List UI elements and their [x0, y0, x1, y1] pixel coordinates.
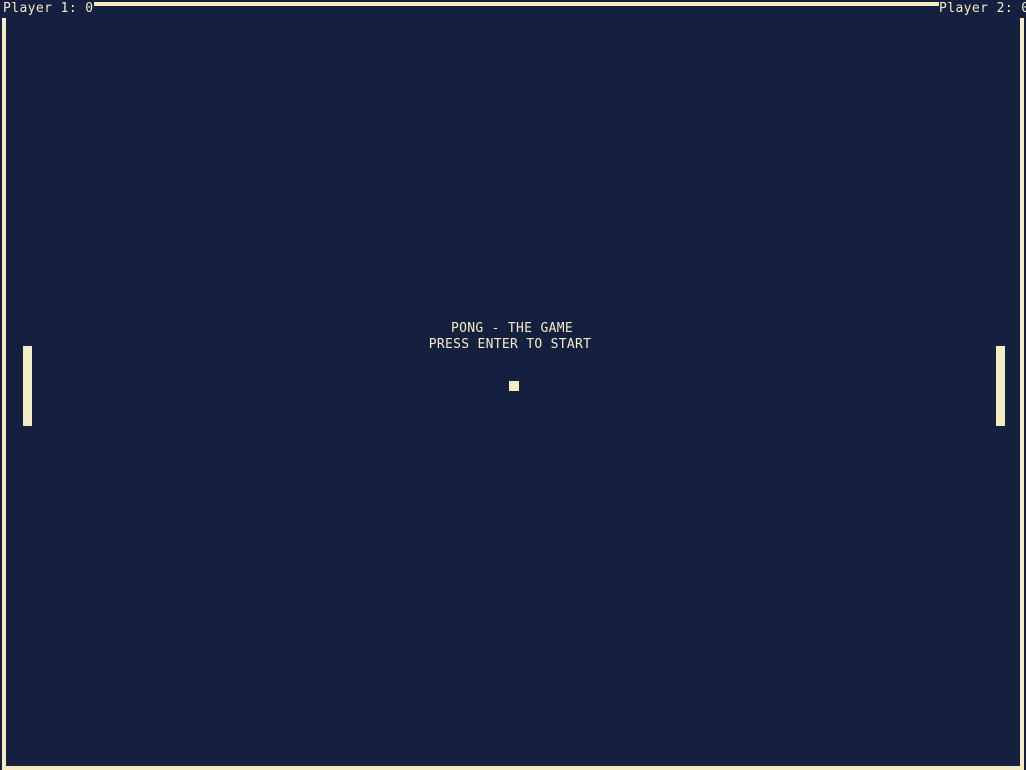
- player1-score: Player 1: 0: [3, 1, 94, 17]
- left-wall: [2, 18, 6, 770]
- right-wall: [1020, 18, 1024, 770]
- top-wall: [90, 2, 940, 6]
- right-paddle: [996, 346, 1005, 426]
- bottom-wall: [2, 766, 1024, 770]
- game-canvas[interactable]: Player 1: 0 Player 2: 0 PONG - THE GAME …: [0, 0, 1026, 770]
- game-title: PONG - THE GAME: [451, 321, 573, 336]
- start-prompt: PRESS ENTER TO START: [428, 337, 592, 352]
- ball: [509, 381, 519, 391]
- left-paddle: [23, 346, 32, 426]
- player2-score: Player 2: 0: [939, 1, 1026, 17]
